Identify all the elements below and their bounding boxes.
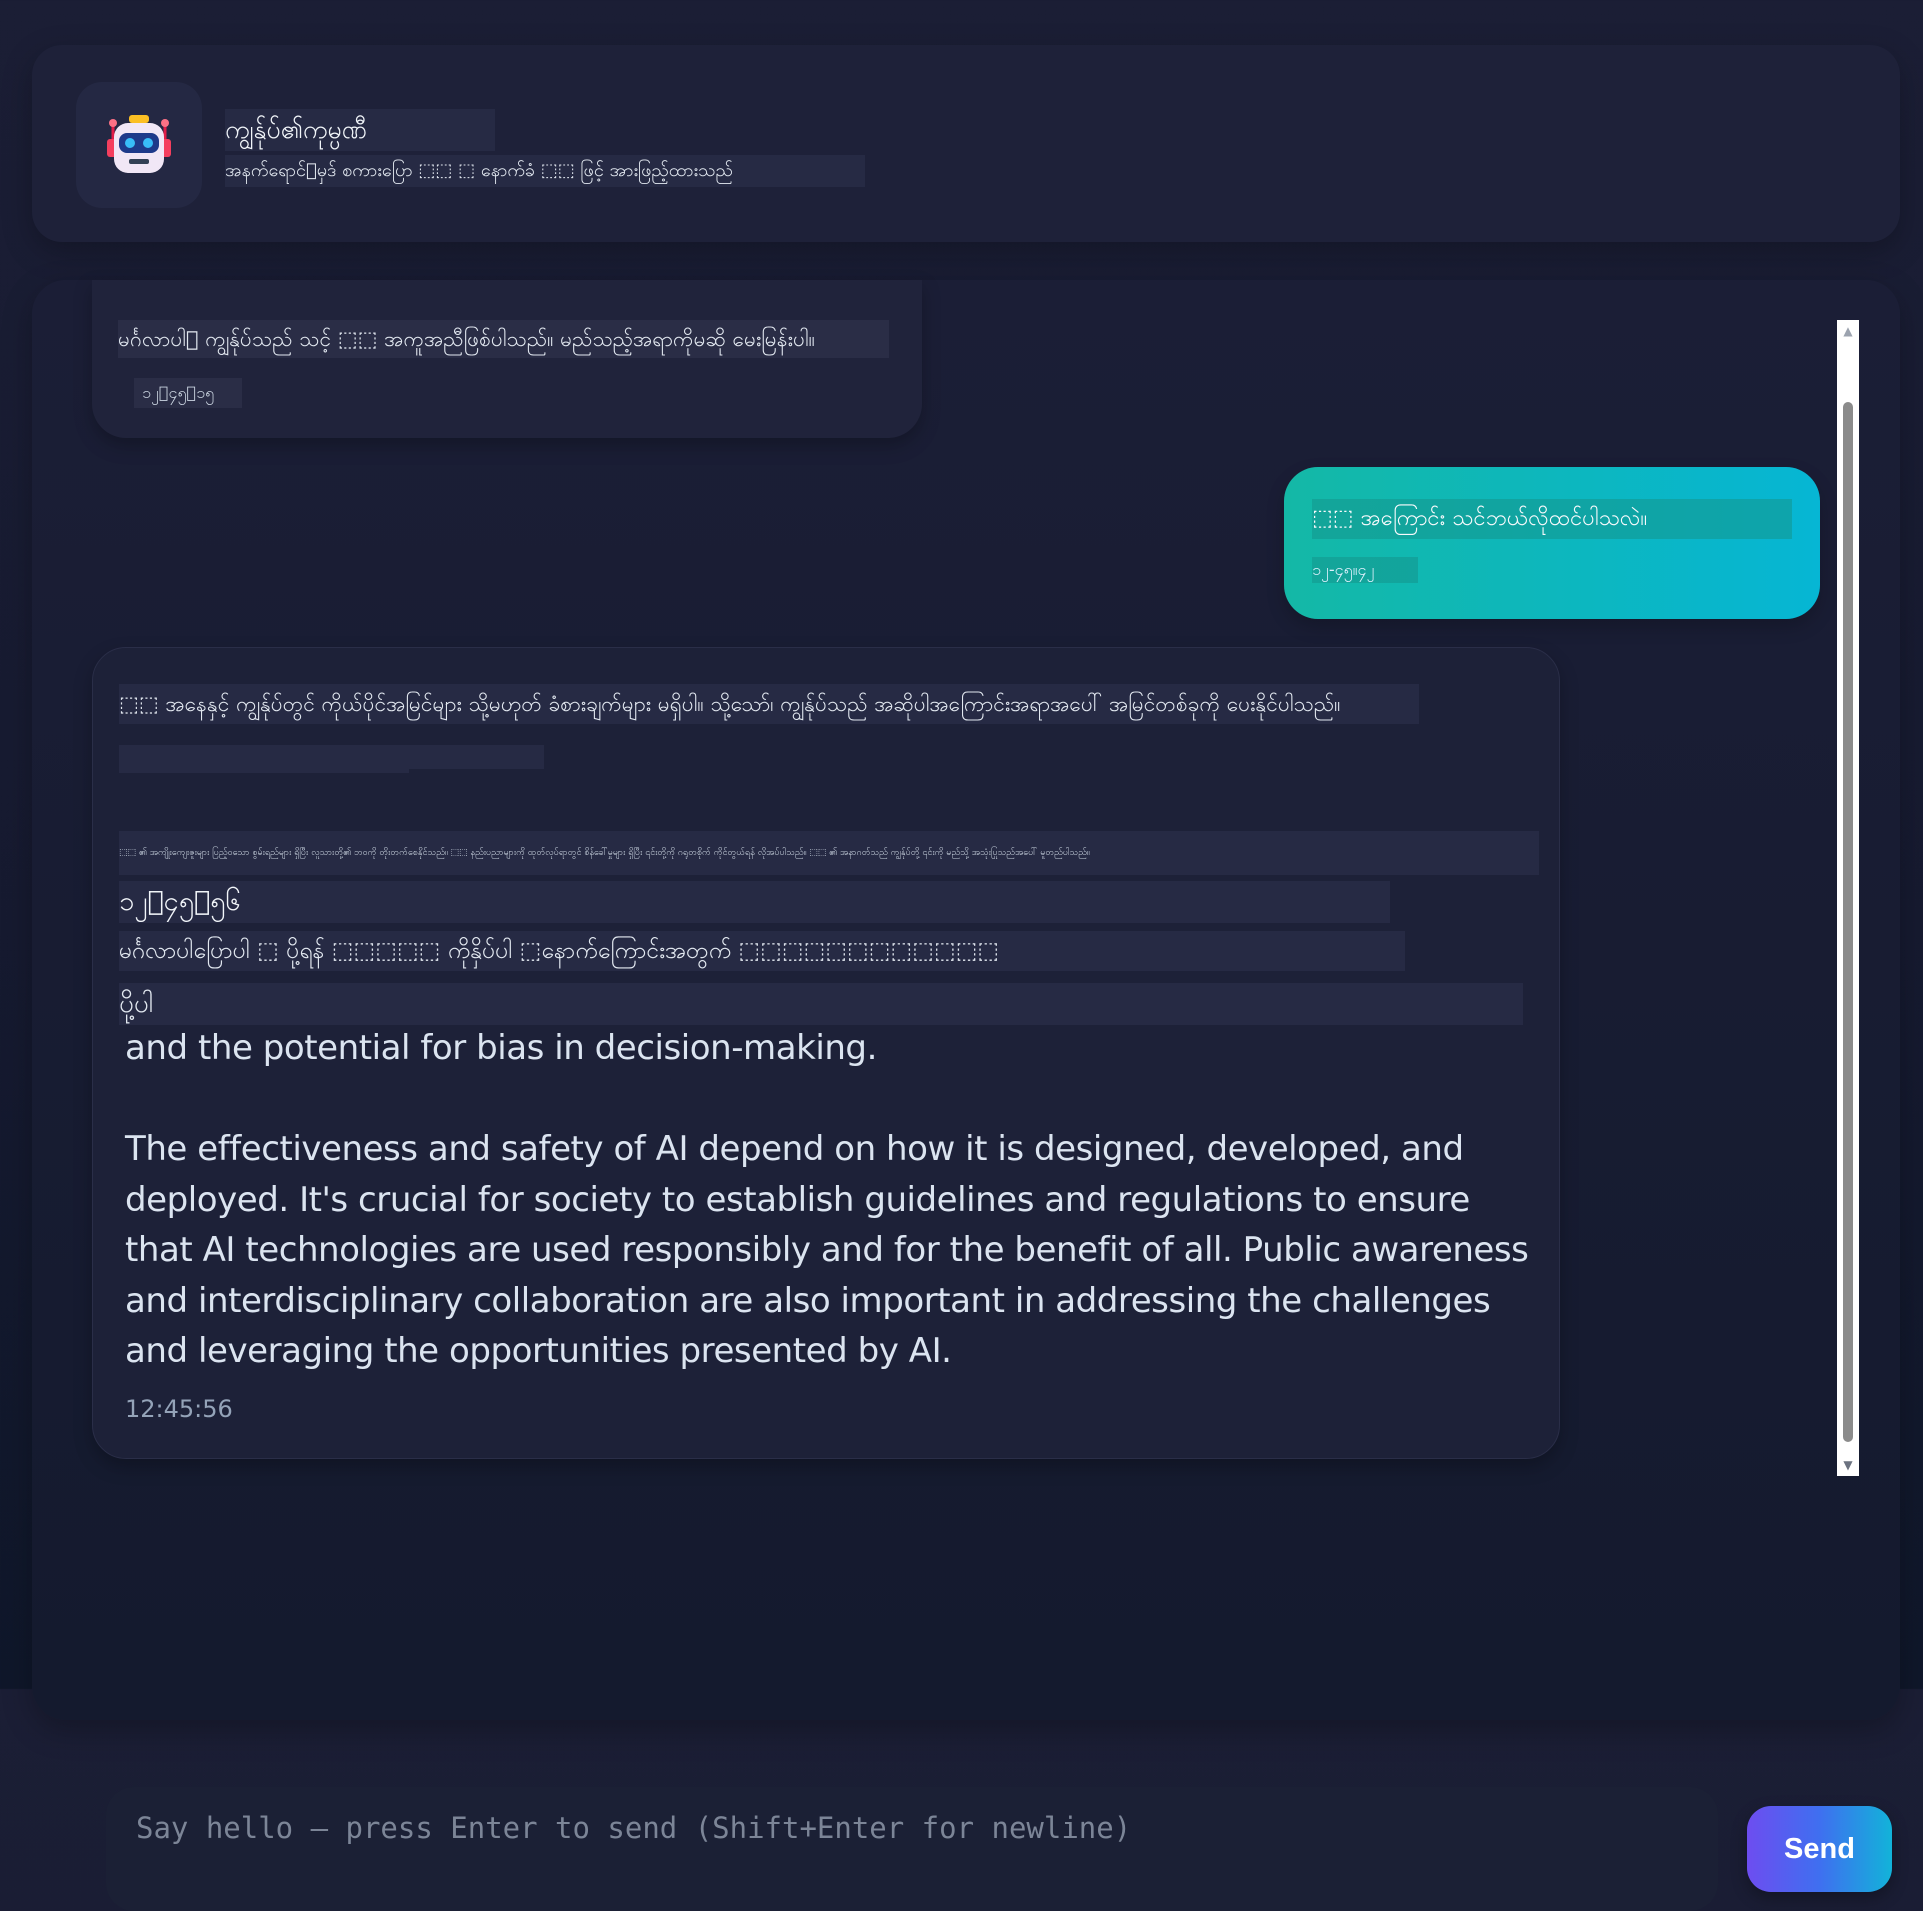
message-text: မင်္ဂလာပါ􀀀 ကျွန်ုပ်သည် သင့် ⬚⬚ အကူအညီဖြစ…	[118, 320, 889, 358]
chat-header: ကျွန်ုပ်၏ကုမ္ပဏီ အနက်ရောင်􀀀မှဒ် စကားပြော…	[32, 45, 1900, 242]
response-paragraph: The effectiveness and safety of AI depen…	[125, 1129, 1529, 1371]
faint-text-line	[119, 745, 544, 769]
user-message: ⬚⬚ အကြောင်း သင်ဘယ်လိုထင်ပါသလဲ။ ၁၂-၄၅။၄၂	[1284, 467, 1820, 619]
message-input[interactable]	[106, 1787, 1718, 1911]
message-time: 12:45:56	[125, 1395, 233, 1423]
tiny-text-line: ⬚⬚ ၏ အကျိုးကျေးဇူးများ ပြည့်ဝသော စွမ်းရည…	[119, 831, 1539, 875]
faint-text-line	[119, 769, 409, 773]
message-text: ⬚⬚ အကြောင်း သင်ဘယ်လိုထင်ပါသလဲ။	[1312, 499, 1792, 539]
scroll-thumb[interactable]	[1843, 402, 1853, 1442]
scroll-up-arrow-icon[interactable]: ▲	[1837, 320, 1859, 342]
send-word-line: ပို့ပါ	[119, 983, 1523, 1025]
english-response: and the potential for bias in decision-m…	[125, 1023, 1535, 1377]
message-input-box[interactable]	[106, 1787, 1718, 1911]
scroll-down-arrow-icon[interactable]: ▼	[1837, 1454, 1859, 1476]
chat-panel: မင်္ဂလာပါ􀀀 ကျွန်ုပ်သည် သင့် ⬚⬚ အကူအညီဖြစ…	[32, 280, 1900, 1911]
bot-avatar	[76, 82, 202, 208]
company-title: ကျွန်ုပ်၏ကုမ္ပဏီ	[225, 109, 495, 151]
send-button[interactable]: Send	[1747, 1806, 1892, 1892]
greeting-line: မင်္ဂလာပါပြောပါ ⬚ ပို့ရန် ⬚⬚⬚⬚⬚ ကိုနှိပ်…	[119, 931, 1405, 971]
header-subtitle: အနက်ရောင်􀀀မှဒ် စကားပြော ⬚⬚ ⬚ နောက်ခံ ⬚⬚ …	[225, 155, 865, 187]
robot-icon	[107, 115, 171, 173]
response-paragraph: and the potential for bias in decision-m…	[125, 1028, 877, 1068]
message-text: ⬚⬚ အနေနှင့် ကျွန်ုပ်တွင် ကိုယ်ပိုင်အမြင်…	[119, 684, 1419, 724]
bot-message: မင်္ဂလာပါ􀀀 ကျွန်ုပ်သည် သင့် ⬚⬚ အကူအညီဖြစ…	[92, 280, 922, 438]
message-time: ၁၂-၄၅။၄၂	[1312, 557, 1418, 583]
chat-scrollbar[interactable]: ▲ ▼	[1837, 320, 1859, 1476]
bot-message: ⬚⬚ အနေနှင့် ကျွန်ုပ်တွင် ကိုယ်ပိုင်အမြင်…	[92, 647, 1560, 1459]
message-time: ၁၂􀀀၄၅􀀀၁၅	[134, 378, 242, 408]
message-timestamp: ၁၂􀀀၄၅􀀀၅၆	[119, 881, 1390, 923]
